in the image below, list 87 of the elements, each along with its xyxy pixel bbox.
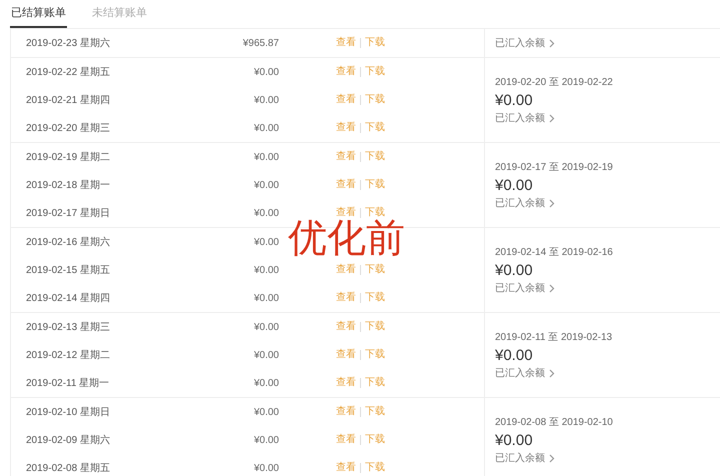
date-text: 2019-02-16 星期六 <box>25 236 111 250</box>
amount-text: ¥0.00 <box>252 264 279 278</box>
date-text: 2019-02-20 星期三 <box>25 122 111 136</box>
annotation-label: 优化前 <box>288 219 405 258</box>
action-link[interactable]: 查看 <box>332 180 360 190</box>
date-text: 2019-02-18 星期一 <box>25 178 111 192</box>
action-link[interactable]: 下载 <box>360 378 389 388</box>
action-link[interactable]: 查看 <box>332 435 360 445</box>
total-amount: ¥0.00 <box>495 262 534 278</box>
date-text: 2019-02-13 星期三 <box>25 320 111 334</box>
amount-text: ¥0.00 <box>252 94 279 108</box>
action-link[interactable]: 下载 <box>360 265 389 275</box>
amount-text: ¥0.00 <box>252 236 279 250</box>
chevron-icon <box>549 368 555 378</box>
action-link[interactable]: 下载 <box>360 350 389 360</box>
amount-text: ¥965.87 <box>242 36 279 50</box>
date-range-text: 2019-02-14 至 2019-02-16 <box>495 246 614 260</box>
action-link[interactable]: 查看 <box>332 67 360 77</box>
amount-text: ¥0.00 <box>252 66 279 80</box>
date-text: 2019-02-09 星期六 <box>25 434 111 448</box>
balance-link[interactable]: 已汇入余额 <box>495 36 720 50</box>
action-link[interactable]: 查看 <box>332 38 360 48</box>
action-link[interactable]: 查看 <box>332 152 360 162</box>
action-link[interactable]: 下载 <box>360 435 389 445</box>
action-link[interactable]: 下载 <box>360 293 389 303</box>
total-amount: ¥0.00 <box>495 348 534 362</box>
balance-link[interactable]: 已汇入余额 <box>495 366 720 380</box>
action-link[interactable]: 下载 <box>360 95 389 105</box>
date-text: 2019-02-19 星期二 <box>25 150 111 164</box>
balance-link[interactable]: 已汇入余额 <box>495 110 720 126</box>
action-link[interactable]: 查看 <box>332 463 360 473</box>
date-range-text: 2019-02-20 至 2019-02-22 <box>495 76 614 90</box>
action-link[interactable]: 查看 <box>332 265 360 275</box>
date-text: 2019-02-10 星期日 <box>25 406 111 420</box>
amount-text: ¥0.00 <box>252 406 279 420</box>
action-link[interactable]: 下载 <box>360 407 389 417</box>
action-link[interactable]: 下载 <box>360 123 389 133</box>
action-link[interactable]: 下载 <box>360 463 389 473</box>
amount-text: ¥0.00 <box>252 320 279 334</box>
action-link[interactable]: 下载 <box>360 38 389 48</box>
amount-text: ¥0.00 <box>252 462 279 476</box>
date-text: 2019-02-14 星期四 <box>25 292 111 306</box>
total-amount: ¥0.00 <box>495 178 534 192</box>
action-link[interactable]: 下载 <box>360 208 389 218</box>
action-link[interactable]: 查看 <box>332 208 360 218</box>
action-link[interactable]: 下载 <box>360 180 389 190</box>
action-link[interactable]: 查看 <box>332 123 360 133</box>
tab[interactable]: 未结算账单 <box>91 0 148 28</box>
amount-text: ¥0.00 <box>252 150 279 164</box>
balance-link[interactable]: 已汇入余额 <box>495 280 720 296</box>
amount-text: ¥0.00 <box>252 122 279 136</box>
total-amount: ¥0.00 <box>495 92 534 108</box>
amount-text: ¥0.00 <box>252 292 279 306</box>
action-link[interactable]: 下载 <box>360 322 389 332</box>
chevron-icon <box>549 198 555 208</box>
date-text: 2019-02-23 星期六 <box>25 36 111 50</box>
amount-text: ¥0.00 <box>252 376 279 390</box>
date-text: 2019-02-21 星期四 <box>25 94 111 108</box>
date-range-text: 2019-02-17 至 2019-02-19 <box>495 160 614 174</box>
total-amount: ¥0.00 <box>495 432 534 448</box>
date-text: 2019-02-12 星期二 <box>25 348 111 362</box>
amount-text: ¥0.00 <box>252 434 279 448</box>
action-link[interactable]: 查看 <box>332 407 360 417</box>
date-range-text: 2019-02-08 至 2019-02-10 <box>495 416 614 430</box>
action-link[interactable]: 查看 <box>332 95 360 105</box>
balance-link[interactable]: 已汇入余额 <box>495 450 720 466</box>
date-text: 2019-02-17 星期日 <box>25 206 111 220</box>
chevron-icon <box>549 114 555 122</box>
amount-text: ¥0.00 <box>252 348 279 362</box>
chevron-icon <box>549 284 555 292</box>
date-range-text: 2019-02-11 至 2019-02-13 <box>495 330 614 344</box>
action-link[interactable]: 查看 <box>332 350 360 360</box>
chevron-icon <box>549 454 555 462</box>
action-link[interactable]: 查看 <box>332 322 360 332</box>
action-link[interactable]: 下载 <box>360 152 389 162</box>
action-link[interactable]: 下载 <box>360 67 389 77</box>
action-link[interactable]: 查看 <box>332 293 360 303</box>
date-text: 2019-02-11 星期一 <box>25 376 110 390</box>
tab[interactable]: 已结算账单 <box>10 0 67 28</box>
date-text: 2019-02-15 星期五 <box>25 264 111 278</box>
balance-link[interactable]: 已汇入余额 <box>495 196 720 210</box>
chevron-icon <box>549 38 555 48</box>
action-link[interactable]: 查看 <box>332 378 360 388</box>
date-text: 2019-02-22 星期五 <box>25 66 111 80</box>
amount-text: ¥0.00 <box>252 206 279 220</box>
date-text: 2019-02-08 星期五 <box>25 462 111 476</box>
amount-text: ¥0.00 <box>252 178 279 192</box>
